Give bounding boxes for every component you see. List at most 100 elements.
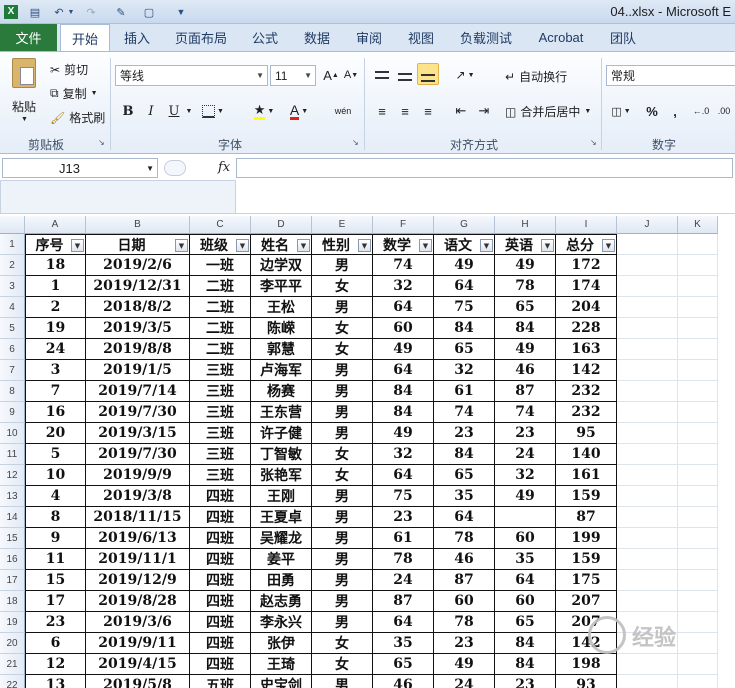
column-header-i[interactable]: I [556, 216, 617, 234]
cell-id[interactable]: 4 [25, 486, 86, 507]
cell-id[interactable]: 12 [25, 654, 86, 675]
cell-date[interactable]: 2019/3/8 [86, 486, 190, 507]
empty-cell[interactable] [617, 570, 678, 591]
filter-dropdown-icon[interactable]: ▼ [541, 239, 554, 252]
empty-cell[interactable] [678, 465, 718, 486]
cell-math[interactable]: 64 [373, 612, 434, 633]
cell-date[interactable]: 2019/1/5 [86, 360, 190, 381]
cell-chinese[interactable]: 65 [434, 465, 495, 486]
cell-gender[interactable]: 男 [312, 297, 373, 318]
cell-class[interactable]: 二班 [190, 276, 251, 297]
cell-gender[interactable]: 男 [312, 486, 373, 507]
cell-date[interactable]: 2019/2/6 [86, 255, 190, 276]
align-right-button[interactable]: ≡ [417, 100, 439, 122]
tab-view[interactable]: 视图 [400, 24, 442, 51]
cell-class[interactable]: 三班 [190, 381, 251, 402]
row-header[interactable]: 1 [0, 234, 25, 255]
cell-class[interactable]: 四班 [190, 549, 251, 570]
cell-name[interactable]: 杨赛 [251, 381, 312, 402]
cell-english[interactable]: 23 [495, 675, 556, 688]
cell-id[interactable]: 11 [25, 549, 86, 570]
fill-color-button[interactable]: ★ ▼ [250, 100, 278, 122]
cell-total[interactable]: 232 [556, 381, 617, 402]
cell-id[interactable]: 3 [25, 360, 86, 381]
cell-date[interactable]: 2019/12/9 [86, 570, 190, 591]
cell-math[interactable]: 24 [373, 570, 434, 591]
underline-button[interactable]: U [163, 100, 185, 122]
empty-cell[interactable] [617, 549, 678, 570]
tab-insert[interactable]: 插入 [115, 24, 159, 51]
cell-math[interactable]: 84 [373, 402, 434, 423]
header-cell-name[interactable]: 姓名 ▼ [251, 234, 312, 255]
tab-load-test[interactable]: 负载测试 [452, 24, 520, 51]
column-header-k[interactable]: K [678, 216, 718, 234]
empty-cell[interactable] [617, 381, 678, 402]
filter-dropdown-icon[interactable]: ▼ [297, 239, 310, 252]
cell-id[interactable]: 1 [25, 276, 86, 297]
cell-chinese[interactable]: 61 [434, 381, 495, 402]
cell-chinese[interactable]: 64 [434, 507, 495, 528]
save-icon[interactable]: ▤ [26, 3, 44, 21]
empty-cell[interactable] [617, 255, 678, 276]
underline-dropdown-icon[interactable]: ▼ [183, 100, 195, 122]
tab-file[interactable]: 文件 [0, 24, 57, 51]
cell-math[interactable]: 78 [373, 549, 434, 570]
cell-total[interactable]: 95 [556, 423, 617, 444]
empty-cell[interactable] [678, 381, 718, 402]
cell-english[interactable] [495, 507, 556, 528]
empty-cell[interactable] [678, 318, 718, 339]
cell-total[interactable]: 228 [556, 318, 617, 339]
italic-button[interactable]: I [140, 100, 162, 122]
cell-total[interactable]: 163 [556, 339, 617, 360]
cell-id[interactable]: 23 [25, 612, 86, 633]
empty-cell[interactable] [617, 507, 678, 528]
cell-total[interactable]: 204 [556, 297, 617, 318]
header-cell-date[interactable]: 日期 ▼ [86, 234, 190, 255]
header-cell-gender[interactable]: 性别 ▼ [312, 234, 373, 255]
cell-chinese[interactable]: 64 [434, 276, 495, 297]
cell-math[interactable]: 64 [373, 297, 434, 318]
cell-gender[interactable]: 男 [312, 612, 373, 633]
cell-class[interactable]: 四班 [190, 507, 251, 528]
cell-chinese[interactable]: 23 [434, 423, 495, 444]
cell-english[interactable]: 84 [495, 633, 556, 654]
format-painter-button[interactable]: 🖌 格式刷 [50, 109, 105, 126]
cell-date[interactable]: 2019/3/5 [86, 318, 190, 339]
cell-class[interactable]: 四班 [190, 486, 251, 507]
cell-class[interactable]: 三班 [190, 360, 251, 381]
cell-english[interactable]: 49 [495, 486, 556, 507]
cell-name[interactable]: 李永兴 [251, 612, 312, 633]
cell-total[interactable]: 161 [556, 465, 617, 486]
cell-date[interactable]: 2019/4/15 [86, 654, 190, 675]
percent-button[interactable]: % [641, 100, 663, 122]
column-header-h[interactable]: H [495, 216, 556, 234]
cell-chinese[interactable]: 35 [434, 486, 495, 507]
tab-home[interactable]: 开始 [60, 24, 110, 52]
empty-cell[interactable] [678, 360, 718, 381]
empty-cell[interactable] [617, 528, 678, 549]
empty-cell[interactable] [617, 234, 678, 255]
cell-date[interactable]: 2018/8/2 [86, 297, 190, 318]
tab-data[interactable]: 数据 [296, 24, 338, 51]
empty-cell[interactable] [678, 570, 718, 591]
cell-chinese[interactable]: 24 [434, 675, 495, 688]
cell-chinese[interactable]: 78 [434, 612, 495, 633]
empty-cell[interactable] [617, 276, 678, 297]
tab-acrobat[interactable]: Acrobat [530, 24, 592, 51]
cell-chinese[interactable]: 74 [434, 402, 495, 423]
copy-button[interactable]: ⧉ 复制 ▼ [50, 85, 98, 102]
cell-math[interactable]: 32 [373, 444, 434, 465]
row-header[interactable]: 7 [0, 360, 25, 381]
empty-cell[interactable] [678, 423, 718, 444]
cell-english[interactable]: 64 [495, 570, 556, 591]
row-header[interactable]: 18 [0, 591, 25, 612]
cell-total[interactable]: 199 [556, 528, 617, 549]
row-header[interactable]: 19 [0, 612, 25, 633]
tab-review[interactable]: 审阅 [348, 24, 390, 51]
filter-dropdown-icon[interactable]: ▼ [71, 239, 84, 252]
cell-english[interactable]: 74 [495, 402, 556, 423]
header-cell-class[interactable]: 班级 ▼ [190, 234, 251, 255]
cell-math[interactable]: 75 [373, 486, 434, 507]
row-header[interactable]: 5 [0, 318, 25, 339]
grow-font-button[interactable]: A ▲ [320, 64, 342, 86]
